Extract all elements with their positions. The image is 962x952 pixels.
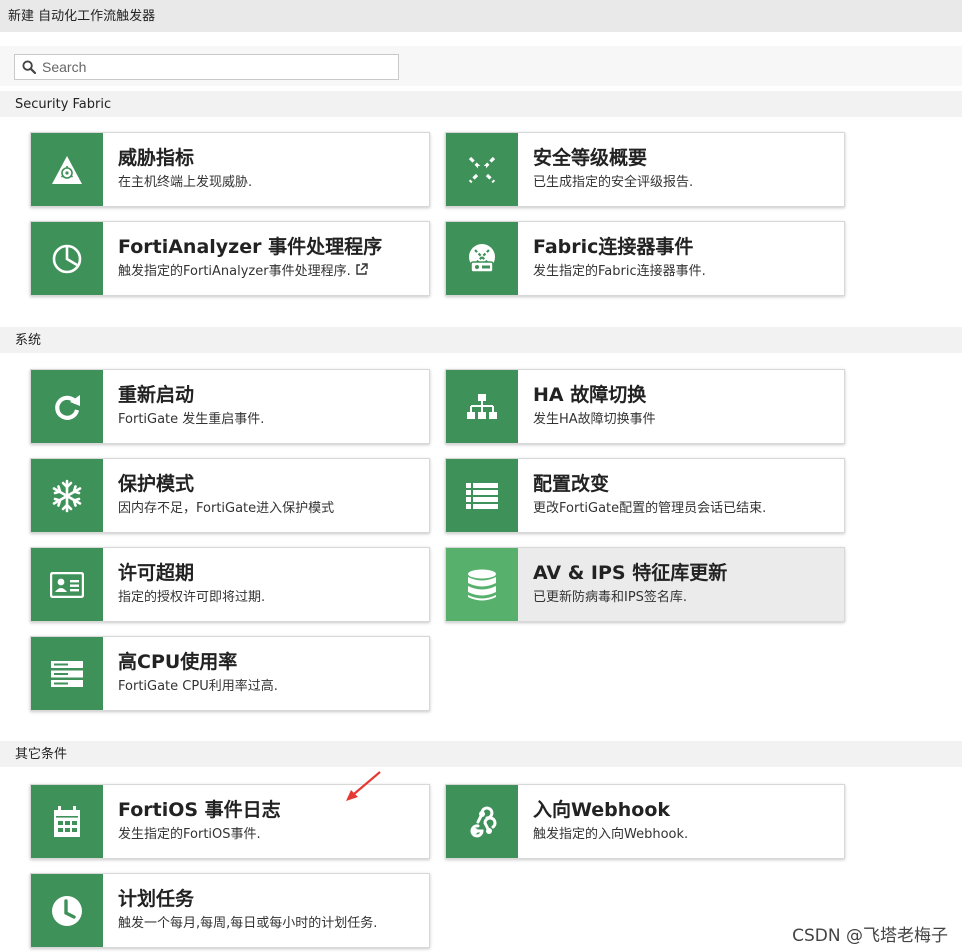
section-header-other-conditions: 其它条件 — [0, 741, 962, 767]
search-input[interactable] — [40, 58, 384, 76]
card-title: Fabric连接器事件 — [533, 236, 694, 258]
card-ha-failover[interactable]: HA 故障切换 发生HA故障切换事件 — [445, 369, 845, 444]
id-card-icon — [50, 571, 84, 598]
card-security-rating[interactable]: 安全等级概要 已生成指定的安全评级报告. — [445, 132, 845, 207]
card-description: 更改FortiGate配置的管理员会话已结束. — [533, 501, 767, 516]
card-description: 已生成指定的安全评级报告. — [533, 175, 694, 190]
window-title: 新建 自动化工作流触发器 — [0, 0, 962, 32]
security-rating-icon — [468, 156, 496, 183]
fabric-connector-icon — [469, 243, 495, 273]
card-title: FortiOS 事件日志 — [118, 799, 281, 821]
card-description: 已更新防病毒和IPS签名库. — [533, 590, 688, 605]
card-conserve-mode[interactable]: 保护模式 因内存不足，FortiGate进入保护模式 — [30, 458, 430, 533]
card-title: FortiAnalyzer 事件处理程序 — [118, 236, 383, 258]
biohazard-warning-icon — [52, 155, 82, 184]
card-title: 重新启动 — [118, 384, 195, 406]
search-icon — [22, 60, 36, 74]
section-header-security-fabric: Security Fabric — [0, 91, 962, 117]
card-description: FortiGate 发生重启事件. — [118, 412, 265, 427]
card-title: 计划任务 — [118, 888, 195, 910]
card-title: HA 故障切换 — [533, 384, 647, 406]
card-high-cpu[interactable]: 高CPU使用率 FortiGate CPU利用率过高. — [30, 636, 430, 711]
card-title: 高CPU使用率 — [118, 651, 238, 673]
external-link-icon[interactable] — [355, 263, 368, 276]
search-bar — [0, 46, 962, 86]
refresh-icon — [55, 394, 80, 420]
card-description: 触发一个每月,每周,每日或每小时的计划任务. — [118, 916, 378, 931]
snowflake-icon — [52, 479, 82, 512]
card-title: 配置改变 — [533, 473, 610, 495]
card-description: 发生指定的Fabric连接器事件. — [533, 264, 706, 279]
webhook-icon — [470, 806, 497, 837]
card-fortianalyzer-event-handler[interactable]: FortiAnalyzer 事件处理程序 触发指定的FortiAnalyzer事… — [30, 221, 430, 296]
card-license-expiry[interactable]: 许可超期 指定的授权许可即将过期. — [30, 547, 430, 622]
card-title: 入向Webhook — [533, 799, 671, 821]
annotation-arrow-icon — [346, 771, 381, 801]
server-icon — [51, 660, 83, 687]
pie-chart-icon — [52, 244, 82, 273]
list-icon — [466, 482, 498, 509]
card-description: 因内存不足，FortiGate进入保护模式 — [118, 501, 335, 516]
section-header-system: 系统 — [0, 327, 962, 353]
card-threat-indicator[interactable]: 威胁指标 在主机终端上发现威胁. — [30, 132, 430, 207]
clock-icon — [52, 895, 82, 926]
card-title: 保护模式 — [118, 473, 195, 495]
card-description: FortiGate CPU利用率过高. — [118, 679, 278, 694]
card-description: 触发指定的FortiAnalyzer事件处理程序. — [118, 264, 351, 279]
card-schedule[interactable]: 计划任务 触发一个每月,每周,每日或每小时的计划任务. — [30, 873, 430, 948]
card-description: 指定的授权许可即将过期. — [118, 590, 266, 605]
card-description: 触发指定的入向Webhook. — [533, 827, 689, 842]
card-title: AV & IPS 特征库更新 — [533, 562, 728, 584]
card-title: 安全等级概要 — [533, 147, 648, 169]
card-description: 发生指定的FortiOS事件. — [118, 827, 261, 842]
calendar-log-icon — [54, 805, 80, 837]
search-box[interactable] — [14, 54, 399, 80]
card-config-change[interactable]: 配置改变 更改FortiGate配置的管理员会话已结束. — [445, 458, 845, 533]
card-title: 许可超期 — [118, 562, 195, 584]
card-reboot[interactable]: 重新启动 FortiGate 发生重启事件. — [30, 369, 430, 444]
sitemap-icon — [467, 393, 497, 419]
card-title: 威胁指标 — [118, 147, 195, 169]
card-fabric-connector-event[interactable]: Fabric连接器事件 发生指定的Fabric连接器事件. — [445, 221, 845, 296]
card-av-ips-update[interactable]: AV & IPS 特征库更新 已更新防病毒和IPS签名库. — [445, 547, 845, 622]
database-icon — [468, 569, 496, 600]
card-incoming-webhook[interactable]: 入向Webhook 触发指定的入向Webhook. — [445, 784, 845, 859]
card-description: 在主机终端上发现威胁. — [118, 175, 253, 190]
watermark: CSDN @飞塔老梅子 — [792, 926, 948, 946]
card-description: 发生HA故障切换事件 — [533, 412, 656, 427]
